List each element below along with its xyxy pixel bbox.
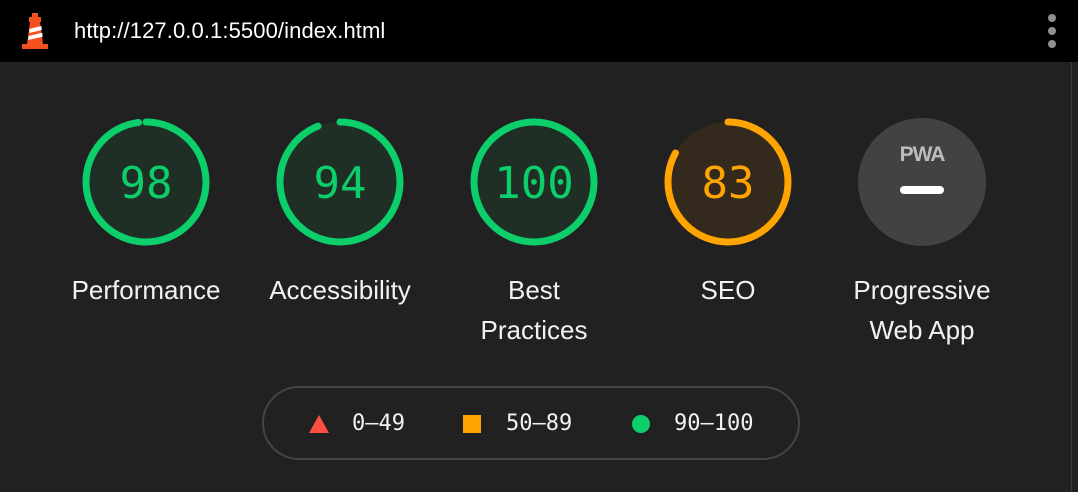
gauge-accessibility[interactable]: 94 Accessibility [250, 117, 430, 310]
address-bar-url[interactable]: http://127.0.0.1:5500/index.html [74, 16, 385, 46]
accessibility-label: Accessibility [269, 275, 411, 305]
gauge-seo[interactable]: 83 SEO [638, 117, 818, 310]
pwa-badge-text: PWA [900, 143, 946, 166]
pwa-badge-icon: PWA [858, 118, 986, 246]
performance-label: Performance [71, 275, 221, 305]
performance-score: 98 [120, 158, 173, 209]
lighthouse-icon[interactable] [20, 12, 50, 50]
gauge-performance[interactable]: 98 Performance [56, 117, 236, 310]
pwa-label: Progressive Web App [853, 275, 991, 345]
gauge-best-practices[interactable]: 100 Best Practices [444, 117, 624, 350]
accessibility-score: 94 [314, 158, 367, 209]
red-triangle-icon [309, 415, 329, 433]
seo-score-gauge: 83 [664, 118, 792, 246]
scrollbar[interactable] [1071, 62, 1072, 492]
best-practices-score-gauge: 100 [470, 118, 598, 246]
best-practices-label: Best Practices [480, 275, 588, 345]
seo-label: SEO [700, 275, 756, 305]
pwa-dash-icon [900, 186, 944, 194]
kebab-menu-icon[interactable] [1040, 12, 1064, 50]
best-practices-score: 100 [494, 158, 573, 209]
green-circle-icon [632, 415, 650, 433]
legend-range-pass: 90–100 [674, 411, 754, 436]
gauge-pwa[interactable]: PWA Progressive Web App [832, 117, 1012, 350]
performance-score-gauge: 98 [82, 118, 210, 246]
orange-square-icon [463, 415, 481, 433]
browser-toolbar: http://127.0.0.1:5500/index.html [0, 0, 1078, 62]
legend-range-average: 50–89 [506, 411, 573, 436]
score-legend: 0–49 50–89 90–100 [262, 386, 800, 460]
accessibility-score-gauge: 94 [276, 118, 404, 246]
legend-range-fail: 0–49 [352, 411, 405, 436]
seo-score: 83 [702, 158, 755, 209]
